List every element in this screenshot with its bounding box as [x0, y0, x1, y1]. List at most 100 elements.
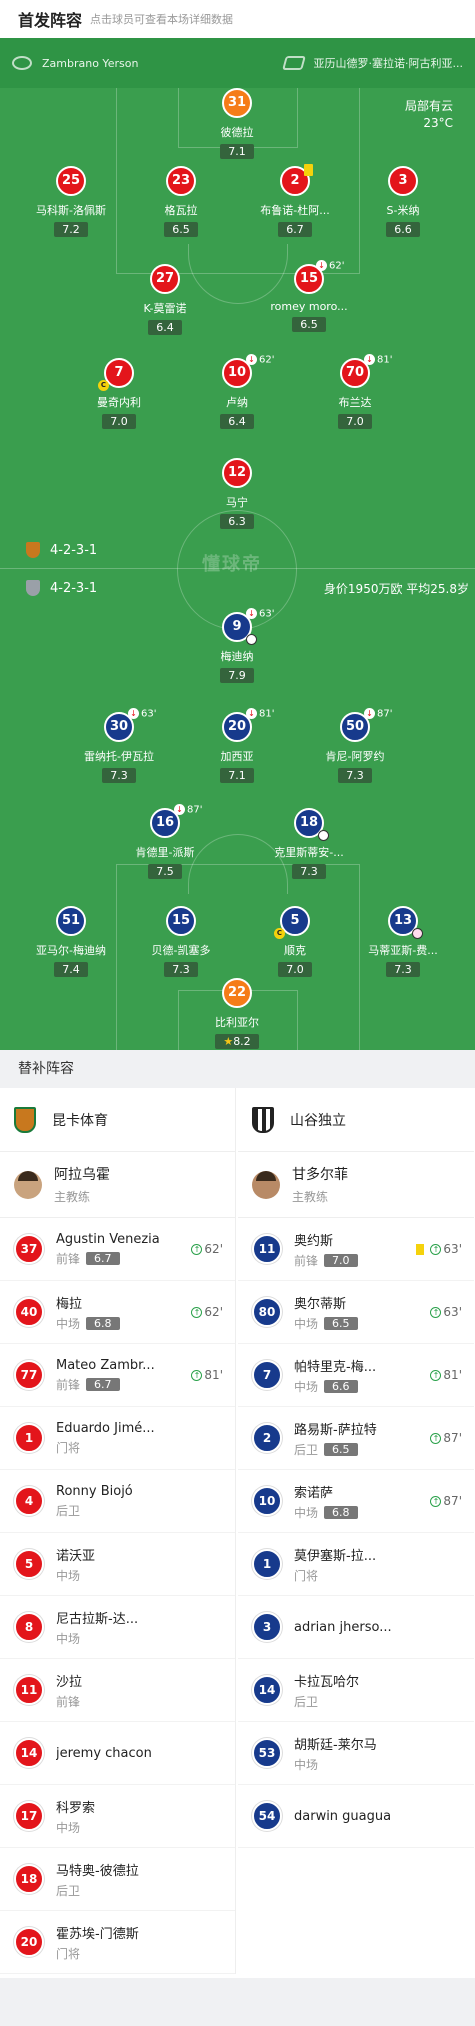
sub-player-row[interactable]: 10 索诺萨 中场 6.8 ↑ 87': [238, 1470, 474, 1533]
player-rating: 6.8: [324, 1505, 358, 1519]
player-rating: 7.3: [102, 768, 136, 783]
away-player[interactable]: 20 加西亚 7.1: [182, 712, 292, 783]
away-player[interactable]: 15 贝德-凯塞多 7.3: [126, 906, 236, 977]
subs-title: 替补阵容: [0, 1050, 475, 1088]
player-name: 布兰达: [338, 396, 372, 409]
home-player[interactable]: 12 马宁 6.3: [182, 458, 292, 529]
player-position-line: 前锋 6.7: [56, 1250, 160, 1267]
player-number: 37: [14, 1234, 44, 1264]
away-player[interactable]: 30 雷纳托-伊瓦拉 7.3: [64, 712, 174, 783]
player-name: 沙拉: [56, 1674, 83, 1690]
away-player[interactable]: 5 顺克 7.0: [240, 906, 350, 977]
home-player[interactable]: 10 卢纳 6.4: [182, 358, 292, 429]
sub-player-row[interactable]: 7 帕特里克-梅... 中场 6.6 ↑ 81': [238, 1344, 474, 1407]
sub-out-icon: ↓: [364, 708, 375, 719]
player-position: 中场: [56, 1316, 81, 1331]
player-number: 1: [14, 1423, 44, 1453]
away-player[interactable]: 18 克里斯蒂安-... 7.3: [254, 808, 364, 879]
player-rating: 7.9: [220, 668, 254, 683]
player-rating: 7.3: [386, 962, 420, 977]
sub-in-time: ↑ 63': [416, 1242, 462, 1256]
sub-in-time: ↑ 62': [191, 1242, 223, 1256]
player-position: 中场: [294, 1757, 319, 1772]
sub-player-row[interactable]: 53 胡斯廷-莱尔马 中场: [238, 1722, 474, 1785]
home-subs-list: 37 Agustin Venezia 前锋 6.7 ↑ 62' 40 梅拉 中场 6.8 ↑ 62' 7…: [0, 1218, 235, 1974]
sub-in-icon: ↑: [191, 1306, 203, 1318]
sub-player-row[interactable]: 14 卡拉瓦哈尔 后卫: [238, 1659, 474, 1722]
away-team-row[interactable]: 山谷独立: [238, 1088, 474, 1152]
sub-player-row[interactable]: 1 Eduardo Jimé... 门将: [0, 1407, 235, 1470]
sub-in-icon: ↑: [191, 1243, 203, 1255]
away-player[interactable]: 22 比利亚尔 ★8.2: [182, 978, 292, 1049]
yellow-card-icon: [304, 164, 313, 176]
away-player[interactable]: 50 肯尼-阿罗约 7.3: [300, 712, 410, 783]
sub-player-row[interactable]: 77 Mateo Zambr... 前锋 6.7 ↑ 81': [0, 1344, 235, 1407]
home-player[interactable]: 7 曼奇内利 7.0: [64, 358, 174, 429]
player-number: 2: [252, 1423, 282, 1453]
player-name: jeremy chacon: [56, 1745, 152, 1761]
sub-out-icon: ↓: [174, 804, 185, 815]
sub-player-row[interactable]: 40 梅拉 中场 6.8 ↑ 62': [0, 1281, 235, 1344]
player-name: 莫伊塞斯-拉...: [294, 1548, 377, 1564]
home-player[interactable]: 27 K-莫雷诺 6.4: [110, 264, 220, 335]
sub-player-row[interactable]: 37 Agustin Venezia 前锋 6.7 ↑ 62': [0, 1218, 235, 1281]
away-player[interactable]: 9 梅迪纳 7.9: [182, 612, 292, 683]
home-player[interactable]: 23 格瓦拉 6.5: [126, 166, 236, 237]
away-coach-row[interactable]: 甘多尔菲 主教练: [238, 1152, 474, 1218]
sub-player-row[interactable]: 11 奥约斯 前锋 7.0 ↑ 63': [238, 1218, 474, 1281]
home-player[interactable]: 25 马科斯-洛佩斯 7.2: [16, 166, 126, 237]
sub-out-badge: ↓ 81': [246, 708, 274, 720]
player-position-line: 后卫: [56, 1882, 139, 1899]
coach-name: 甘多尔菲: [292, 1167, 348, 1183]
player-name: 尼古拉斯-达...: [56, 1611, 139, 1627]
sub-in-icon: ↑: [191, 1369, 203, 1381]
player-name: 胡斯廷-莱尔马: [294, 1737, 377, 1753]
sub-player-row[interactable]: 4 Ronny Biojó 后卫: [0, 1470, 235, 1533]
away-player[interactable]: 13 马蒂亚斯-费... 7.3: [348, 906, 458, 977]
coach-role: 主教练: [292, 1190, 329, 1204]
player-position-line: 前锋 6.7: [56, 1376, 155, 1393]
player-name: Eduardo Jimé...: [56, 1420, 155, 1436]
sub-player-row[interactable]: 17 科罗索 中场: [0, 1785, 235, 1848]
sub-player-row[interactable]: 54 darwin guagua: [238, 1785, 474, 1848]
away-player[interactable]: 16 肯德里-派斯 7.5: [110, 808, 220, 879]
home-player[interactable]: 2 布鲁诺-杜阿... 6.7: [240, 166, 350, 237]
sub-player-row[interactable]: 1 莫伊塞斯-拉... 门将: [238, 1533, 474, 1596]
player-number: 8: [14, 1612, 44, 1642]
player-name: 顺克: [284, 944, 306, 957]
sub-player-row[interactable]: 5 诺沃亚 中场: [0, 1533, 235, 1596]
player-name: 布鲁诺-杜阿...: [260, 204, 330, 217]
player-rating: 6.4: [148, 320, 182, 335]
home-player[interactable]: 15 romey moro... 6.5: [254, 264, 364, 332]
player-position-line: 门将: [56, 1439, 155, 1456]
player-name: 马特奥-彼德拉: [56, 1863, 139, 1879]
player-number: 7: [252, 1360, 282, 1390]
sub-out-badge: ↓ 87': [174, 804, 202, 816]
sub-player-row[interactable]: 8 尼古拉斯-达... 中场: [0, 1596, 235, 1659]
sub-out-icon: ↓: [128, 708, 139, 719]
home-player[interactable]: 31 彼德拉 7.1: [182, 88, 292, 159]
home-player[interactable]: 70 布兰达 7.0: [300, 358, 410, 429]
home-team-row[interactable]: 昆卡体育: [0, 1088, 235, 1152]
away-coach-name: 亚历山德罗·塞拉诺·阿古利亚...: [313, 57, 463, 70]
home-player[interactable]: 3 S-米纳 6.6: [348, 166, 458, 237]
sub-out-badge: ↓ 63': [246, 608, 274, 620]
away-player[interactable]: 51 亚马尔-梅迪纳 7.4: [16, 906, 126, 977]
player-number: 14: [14, 1738, 44, 1768]
player-position-line: 门将: [294, 1567, 376, 1584]
home-coach-row[interactable]: 阿拉乌霍 主教练: [0, 1152, 235, 1218]
sub-player-row[interactable]: 20 霍苏埃-门德斯 门将: [0, 1911, 235, 1974]
player-position: 门将: [56, 1946, 81, 1961]
sub-player-row[interactable]: 11 沙拉 前锋: [0, 1659, 235, 1722]
player-name: 卡拉瓦哈尔: [294, 1674, 360, 1690]
player-rating: ★8.2: [215, 1034, 259, 1049]
player-name: 索诺萨: [294, 1485, 334, 1501]
sub-player-row[interactable]: 3 adrian jherso...: [238, 1596, 474, 1659]
home-coach-name: Zambrano Yerson: [42, 56, 139, 70]
sub-player-row[interactable]: 18 马特奥-彼德拉 后卫: [0, 1848, 235, 1911]
sub-player-row[interactable]: 14 jeremy chacon: [0, 1722, 235, 1785]
player-rating: 7.0: [338, 414, 372, 429]
sub-player-row[interactable]: 2 路易斯-萨拉特 后卫 6.5 ↑ 87': [238, 1407, 474, 1470]
player-name: 肯尼-阿罗约: [325, 750, 385, 763]
sub-player-row[interactable]: 80 奥尔蒂斯 中场 6.5 ↑ 63': [238, 1281, 474, 1344]
